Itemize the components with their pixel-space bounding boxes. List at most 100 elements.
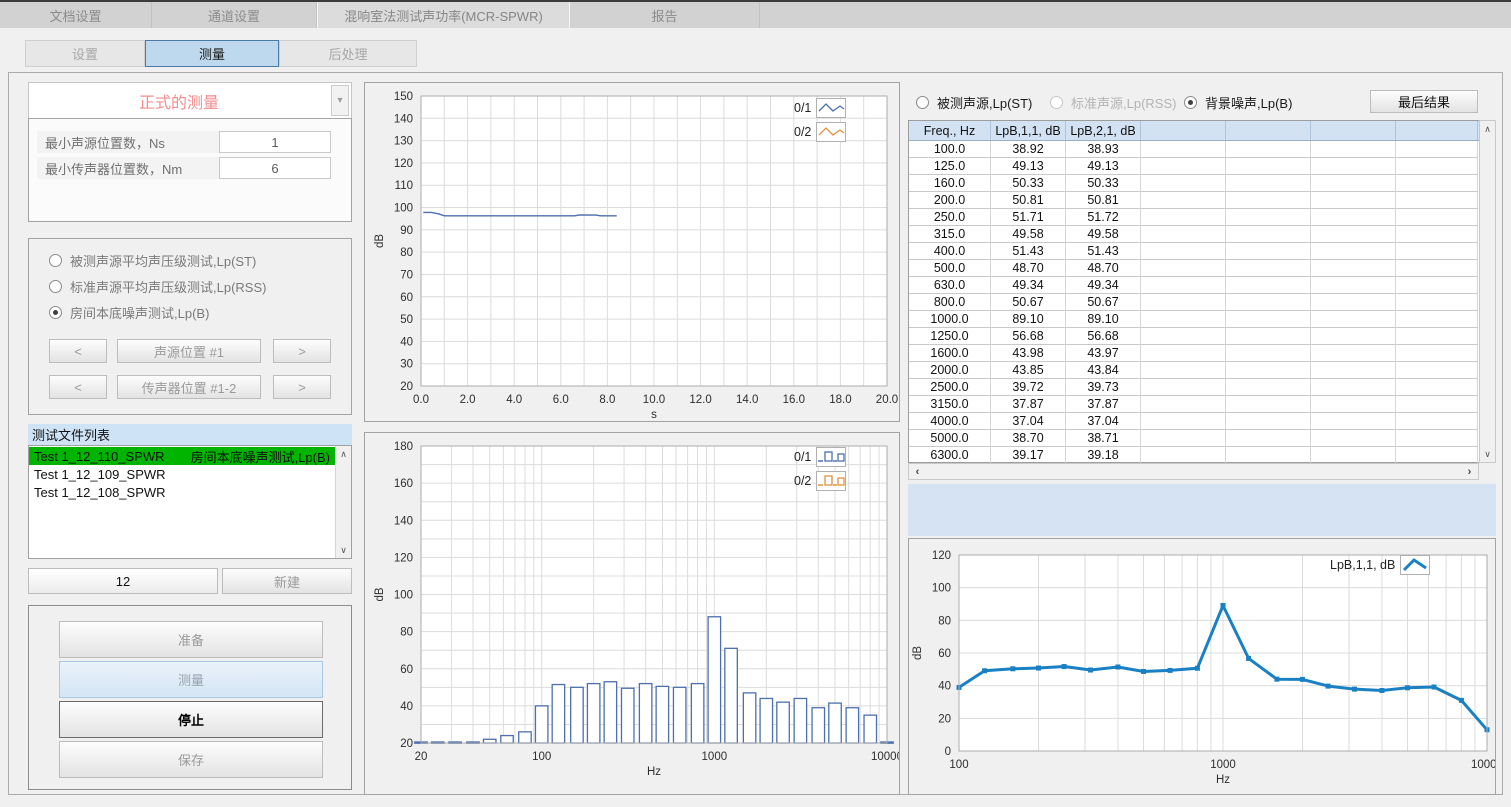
scroll-right-icon[interactable]: ›: [1461, 464, 1478, 479]
table-row[interactable]: 6300.039.1739.18: [909, 447, 1479, 464]
table-row[interactable]: 2500.039.7239.73: [909, 379, 1479, 396]
table-row[interactable]: 5000.038.7038.71: [909, 430, 1479, 447]
list-item[interactable]: Test 1_12_108_SPWR: [29, 483, 335, 501]
test-type-option-0-radio-icon[interactable]: [49, 254, 62, 267]
table-cell: [1396, 311, 1478, 328]
line-icon[interactable]: [816, 98, 846, 118]
test-type-option-2-radio-icon[interactable]: [49, 306, 62, 319]
chevron-down-icon[interactable]: ▾: [331, 85, 349, 116]
table-cell: [1141, 311, 1226, 328]
table-row[interactable]: 4000.037.0437.04: [909, 413, 1479, 430]
column-header-5[interactable]: [1311, 121, 1396, 140]
result-source-option-0-radio-icon[interactable]: [916, 96, 929, 109]
source-position-button[interactable]: 声源位置 #1: [117, 339, 261, 363]
table-horizontal-scrollbar[interactable]: ‹ ›: [908, 463, 1479, 480]
list-item[interactable]: Test 1_12_110_SPWR房间本底噪声测试,Lp(B): [29, 447, 335, 465]
bar-icon[interactable]: [816, 471, 846, 491]
action-button-1[interactable]: 测量: [59, 661, 323, 698]
table-cell: [1311, 158, 1396, 175]
column-header-4[interactable]: [1226, 121, 1311, 140]
new-button[interactable]: 新建: [222, 568, 352, 594]
table-cell: 37.87: [991, 396, 1066, 413]
final-result-button[interactable]: 最后结果: [1370, 90, 1478, 113]
action-button-0[interactable]: 准备: [59, 621, 323, 658]
svg-text:20: 20: [400, 381, 413, 393]
table-cell: [1141, 396, 1226, 413]
table-cell: [1226, 243, 1311, 260]
table-row[interactable]: 160.050.3350.33: [909, 175, 1479, 192]
result-source-option-0[interactable]: 被测声源,Lp(ST): [916, 93, 1032, 111]
tab-1[interactable]: 通道设置: [152, 2, 317, 28]
column-header-6[interactable]: [1396, 121, 1478, 140]
tab-0[interactable]: 文档设置: [0, 2, 152, 28]
table-row[interactable]: 1250.056.6856.68: [909, 328, 1479, 345]
table-row[interactable]: 1000.089.1089.10: [909, 311, 1479, 328]
count-button[interactable]: 12: [28, 568, 218, 594]
table-cell: [1141, 243, 1226, 260]
scroll-left-icon[interactable]: ‹: [909, 464, 926, 479]
test-file-list[interactable]: Test 1_12_110_SPWR房间本底噪声测试,Lp(B)Test 1_1…: [28, 445, 352, 559]
test-type-option-1[interactable]: 标准声源平均声压级测试,Lp(RSS): [49, 277, 266, 295]
table-cell: 800.0: [909, 294, 991, 311]
source-next-button[interactable]: >: [273, 339, 331, 363]
column-header-0[interactable]: Freq., Hz: [909, 121, 991, 140]
line-icon[interactable]: [816, 122, 846, 142]
table-row[interactable]: 400.051.4351.43: [909, 243, 1479, 260]
subtab-2[interactable]: 后处理: [279, 40, 417, 67]
table-cell: [1396, 277, 1478, 294]
mic-position-button[interactable]: 传声器位置 #1-2: [117, 375, 261, 399]
test-type-option-0[interactable]: 被测声源平均声压级测试,Lp(ST): [49, 251, 256, 269]
svg-text:100: 100: [932, 583, 951, 595]
test-type-option-0-label: 被测声源平均声压级测试,Lp(ST): [70, 251, 256, 270]
svg-text:80: 80: [400, 247, 413, 259]
svg-text:0: 0: [945, 746, 951, 758]
table-row[interactable]: 1600.043.9843.97: [909, 345, 1479, 362]
result-source-option-1-radio-icon[interactable]: [1050, 96, 1063, 109]
table-row[interactable]: 250.051.7151.72: [909, 209, 1479, 226]
scroll-down-icon[interactable]: ∨: [336, 542, 351, 558]
table-cell: [1311, 243, 1396, 260]
action-button-2[interactable]: 停止: [59, 701, 323, 738]
table-vertical-scrollbar[interactable]: ∧ ∨: [1479, 120, 1496, 463]
scroll-up-icon[interactable]: ∧: [336, 446, 351, 462]
column-header-3[interactable]: [1141, 121, 1226, 140]
result-source-option-2[interactable]: 背景噪声,Lp(B): [1184, 93, 1292, 111]
tab-3[interactable]: 报告: [570, 2, 760, 28]
subtab-0[interactable]: 设置: [25, 40, 145, 67]
table-cell: 51.72: [1066, 209, 1141, 226]
table-row[interactable]: 800.050.6750.67: [909, 294, 1479, 311]
subtab-1[interactable]: 测量: [145, 40, 279, 67]
table-row[interactable]: 3150.037.8737.87: [909, 396, 1479, 413]
mic-next-button[interactable]: >: [273, 375, 331, 399]
result-source-option-1[interactable]: 标准声源,Lp(RSS): [1050, 93, 1176, 111]
nm-field[interactable]: 6: [219, 157, 331, 179]
test-type-option-1-radio-icon[interactable]: [49, 280, 62, 293]
table-cell: [1396, 294, 1478, 311]
tab-2[interactable]: 混响室法测试声功率(MCR-SPWR): [317, 2, 570, 28]
result-source-option-2-radio-icon[interactable]: [1184, 96, 1197, 109]
table-row[interactable]: 100.038.9238.93: [909, 141, 1479, 158]
source-prev-button[interactable]: <: [49, 339, 107, 363]
list-item[interactable]: Test 1_12_109_SPWR: [29, 465, 335, 483]
column-header-1[interactable]: LpB,1,1, dB: [991, 121, 1066, 140]
table-row[interactable]: 315.049.5849.58: [909, 226, 1479, 243]
action-button-3[interactable]: 保存: [59, 741, 323, 778]
measure-mode-dropdown[interactable]: 正式的测量 ▾: [28, 82, 352, 119]
ns-field[interactable]: 1: [219, 131, 331, 153]
result-table[interactable]: Freq., HzLpB,1,1, dBLpB,2,1, dB 100.038.…: [908, 120, 1479, 463]
bar-icon[interactable]: [816, 447, 846, 467]
table-row[interactable]: 125.049.1349.13: [909, 158, 1479, 175]
test-type-option-2[interactable]: 房间本底噪声测试,Lp(B): [49, 303, 209, 321]
scroll-up-icon[interactable]: ∧: [1480, 121, 1495, 137]
mic-prev-button[interactable]: <: [49, 375, 107, 399]
table-row[interactable]: 630.049.3449.34: [909, 277, 1479, 294]
scroll-down-icon[interactable]: ∨: [1480, 446, 1495, 462]
peak-line-icon[interactable]: [1400, 555, 1430, 575]
table-row[interactable]: 200.050.8150.81: [909, 192, 1479, 209]
column-header-2[interactable]: LpB,2,1, dB: [1066, 121, 1141, 140]
table-row[interactable]: 500.048.7048.70: [909, 260, 1479, 277]
table-row[interactable]: 2000.043.8543.84: [909, 362, 1479, 379]
file-list-scrollbar[interactable]: ∧ ∨: [335, 446, 351, 558]
table-cell: [1141, 226, 1226, 243]
result-table-header: Freq., HzLpB,1,1, dBLpB,2,1, dB: [909, 121, 1479, 141]
